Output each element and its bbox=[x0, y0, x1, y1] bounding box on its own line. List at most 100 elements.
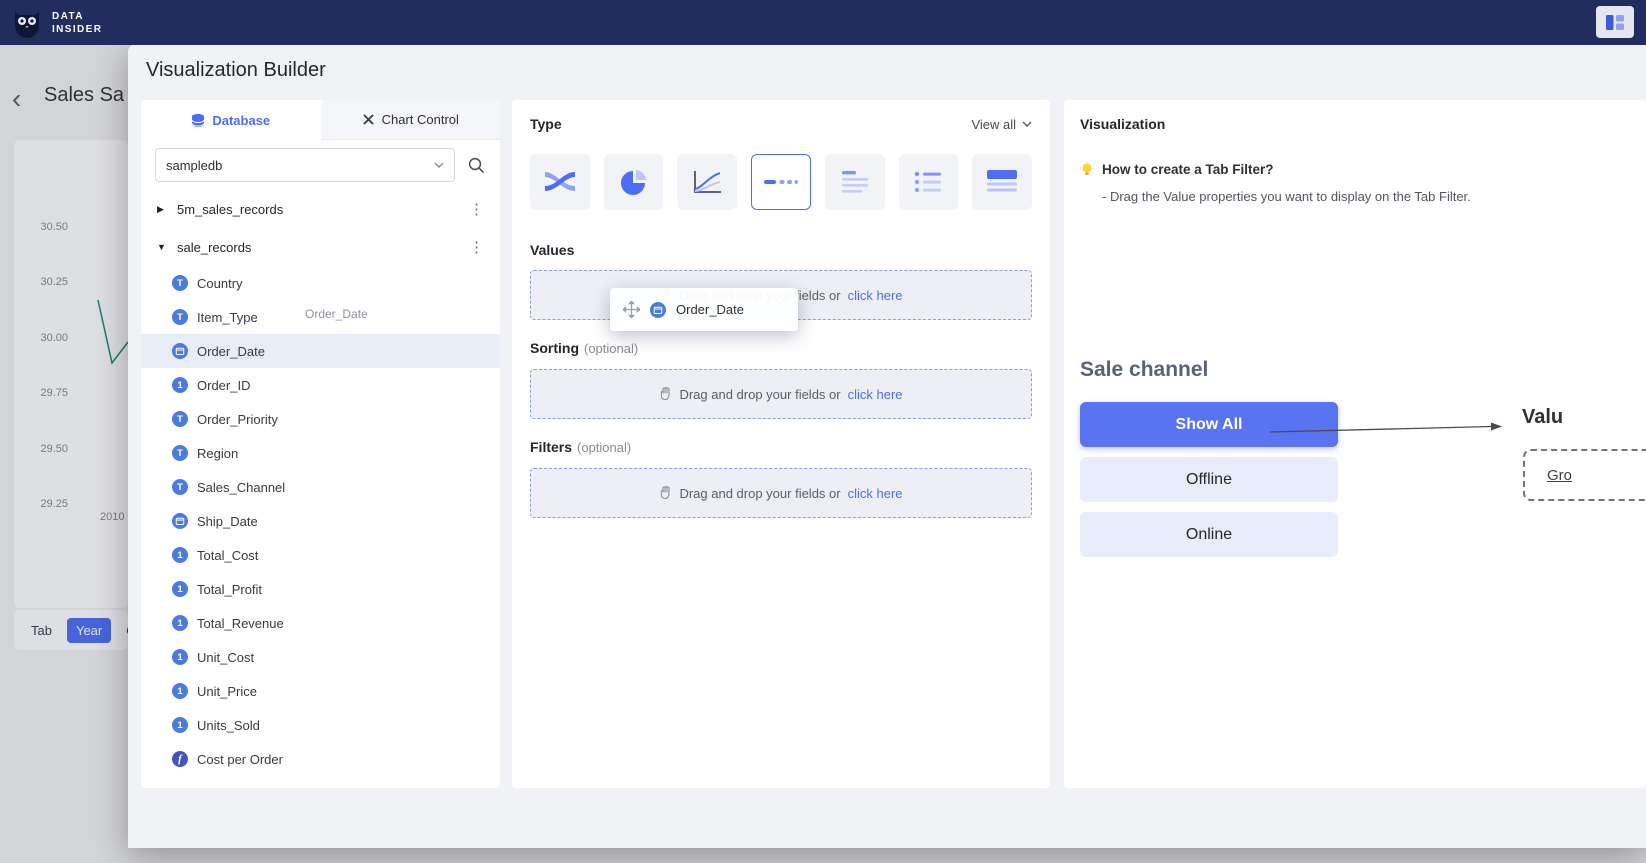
hint-row: How to create a Tab Filter? bbox=[1080, 162, 1630, 177]
list-icon bbox=[841, 170, 869, 194]
field-item-total_cost[interactable]: 1 Total_Cost bbox=[141, 538, 500, 572]
field-item-country[interactable]: T Country bbox=[141, 266, 500, 300]
calendar-field-icon bbox=[172, 343, 188, 359]
dataset-row-5m_sales_records[interactable]: ▶ 5m_sales_records⋮ bbox=[141, 190, 500, 228]
brand: DATA INSIDER bbox=[10, 6, 102, 40]
table-icon bbox=[987, 170, 1017, 194]
text-field-icon: T bbox=[172, 445, 188, 461]
field-label: Total_Cost bbox=[197, 548, 258, 563]
chevron-down-icon bbox=[434, 162, 444, 168]
view-all-button[interactable]: View all bbox=[971, 117, 1032, 132]
drop-section-sorting: Sorting(optional)Drag and drop your fiel… bbox=[530, 340, 1032, 419]
database-panel: Database Chart Control sampledb bbox=[141, 100, 500, 788]
click-here-link[interactable]: click here bbox=[848, 288, 903, 303]
chart-type-bullet-list[interactable] bbox=[899, 154, 959, 210]
filter-button-show-all[interactable]: Show All bbox=[1080, 402, 1338, 447]
field-item-region[interactable]: T Region bbox=[141, 436, 500, 470]
field-item-ship_date[interactable]: Ship_Date bbox=[141, 504, 500, 538]
database-search-row: sampledb bbox=[141, 140, 500, 190]
kebab-menu-icon[interactable]: ⋮ bbox=[469, 200, 484, 218]
tab-chart-control-label: Chart Control bbox=[382, 112, 459, 127]
field-item-cost-per-order[interactable]: fCost per Order bbox=[141, 742, 500, 776]
chart-type-line[interactable] bbox=[677, 154, 737, 210]
chart-type-tab-filter[interactable] bbox=[751, 154, 811, 210]
tab-filter-icon bbox=[764, 177, 798, 187]
move-icon bbox=[623, 301, 640, 318]
type-label: Type bbox=[530, 116, 562, 132]
dataset-row-sale_records[interactable]: ▼ sale_records⋮ bbox=[141, 228, 500, 266]
click-here-link[interactable]: click here bbox=[848, 387, 903, 402]
field-item-unit_price[interactable]: 1Unit_Price bbox=[141, 674, 500, 708]
dataset-name: sale_records bbox=[177, 240, 469, 255]
drag-hand-icon bbox=[659, 387, 672, 401]
wrench-icon bbox=[362, 113, 375, 126]
visualization-title: Visualization bbox=[1080, 116, 1630, 132]
caret-down-icon[interactable]: ▼ bbox=[157, 242, 173, 252]
field-label: Order_Date bbox=[197, 344, 265, 359]
kebab-menu-icon[interactable]: ⋮ bbox=[469, 238, 484, 256]
field-item-order_id[interactable]: 1Order_ID bbox=[141, 368, 500, 402]
chart-type-row bbox=[530, 154, 1032, 210]
text-field-icon: T bbox=[172, 275, 188, 291]
annotation-drop-box[interactable]: Gro bbox=[1523, 449, 1646, 501]
drop-section-title: Values bbox=[530, 242, 1032, 258]
drop-zone-filters[interactable]: Drag and drop your fields orclick here bbox=[530, 468, 1032, 518]
annotation-link[interactable]: Gro bbox=[1547, 467, 1572, 484]
drag-source-label: Order_Date bbox=[305, 307, 368, 321]
field-label: Units_Sold bbox=[197, 718, 260, 733]
search-button[interactable] bbox=[467, 156, 486, 175]
calendar-field-icon bbox=[172, 513, 188, 529]
view-all-label: View all bbox=[971, 117, 1016, 132]
drag-ghost-card[interactable]: Order_Date bbox=[610, 288, 798, 331]
search-icon bbox=[467, 156, 486, 175]
number-field-icon: 1 bbox=[172, 649, 188, 665]
field-item-order_date[interactable]: Order_Date bbox=[141, 334, 500, 368]
left-panel-tabs: Database Chart Control bbox=[141, 100, 500, 140]
field-item-sales_channel[interactable]: TSales_Channel bbox=[141, 470, 500, 504]
pie-chart-icon bbox=[620, 168, 648, 196]
tab-database[interactable]: Database bbox=[141, 100, 321, 140]
field-item-total_profit[interactable]: 1Total_Profit bbox=[141, 572, 500, 606]
formula-field-icon: f bbox=[172, 751, 188, 767]
field-label: Sales_Channel bbox=[197, 480, 285, 495]
filter-button-offline[interactable]: Offline bbox=[1080, 457, 1338, 502]
database-select[interactable]: sampledb bbox=[155, 148, 455, 182]
field-item-unit_cost[interactable]: 1Unit_Cost bbox=[141, 640, 500, 674]
field-item-total_revenue[interactable]: 1Total_Revenue bbox=[141, 606, 500, 640]
chart-type-table[interactable] bbox=[972, 154, 1032, 210]
lightbulb-icon bbox=[1080, 162, 1094, 177]
click-here-link[interactable]: click here bbox=[848, 486, 903, 501]
chart-type-list[interactable] bbox=[825, 154, 885, 210]
field-label: Country bbox=[197, 276, 243, 291]
annotation-heading: Valu bbox=[1522, 406, 1563, 429]
tab-chart-control[interactable]: Chart Control bbox=[321, 100, 501, 140]
drop-section-filters: Filters(optional)Drag and drop your fiel… bbox=[530, 439, 1032, 518]
preview-title: Sale channel bbox=[1080, 358, 1338, 382]
drop-zone-sorting[interactable]: Drag and drop your fields orclick here bbox=[530, 369, 1032, 419]
line-chart-icon bbox=[692, 169, 722, 195]
filter-button-online[interactable]: Online bbox=[1080, 512, 1338, 557]
field-label: Unit_Price bbox=[197, 684, 257, 699]
number-field-icon: 1 bbox=[172, 717, 188, 733]
dataset-name: 5m_sales_records bbox=[177, 202, 469, 217]
text-field-icon: T bbox=[172, 309, 188, 325]
field-item-order_priority[interactable]: TOrder_Priority bbox=[141, 402, 500, 436]
brand-text: DATA INSIDER bbox=[52, 10, 102, 36]
brand-line-2: INSIDER bbox=[52, 23, 102, 36]
hint-title: How to create a Tab Filter? bbox=[1102, 162, 1274, 177]
field-label: Region bbox=[197, 446, 238, 461]
caret-right-icon[interactable]: ▶ bbox=[157, 204, 173, 215]
drag-hand-icon bbox=[659, 486, 672, 500]
chart-type-sankey[interactable] bbox=[530, 154, 590, 210]
chevron-down-icon bbox=[1022, 121, 1032, 127]
field-label: Item_Type bbox=[197, 310, 258, 325]
number-field-icon: 1 bbox=[172, 547, 188, 563]
dashboard-switcher-button[interactable] bbox=[1596, 6, 1634, 38]
dataset-tree: ▶5m_sales_records⋮▼sale_records⋮TCountry… bbox=[141, 190, 500, 776]
database-icon bbox=[191, 113, 205, 128]
visualization-builder-modal: Visualization Builder Database Chart Con… bbox=[128, 44, 1646, 848]
field-item-units_sold[interactable]: 1 Units_Sold bbox=[141, 708, 500, 742]
chart-type-pie[interactable] bbox=[604, 154, 664, 210]
drop-sections: Values Drag and drop your fields orclick … bbox=[530, 242, 1032, 518]
bullet-list-icon bbox=[914, 171, 942, 193]
